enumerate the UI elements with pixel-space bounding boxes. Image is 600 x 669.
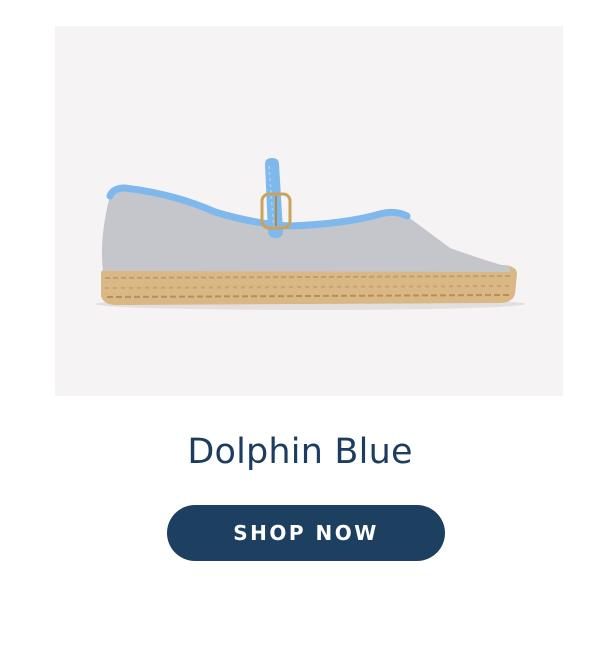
product-image[interactable]	[55, 26, 563, 396]
shop-now-button[interactable]: SHOP NOW	[167, 505, 445, 561]
product-name[interactable]: Dolphin Blue	[0, 428, 600, 476]
shoe-icon	[95, 158, 525, 310]
